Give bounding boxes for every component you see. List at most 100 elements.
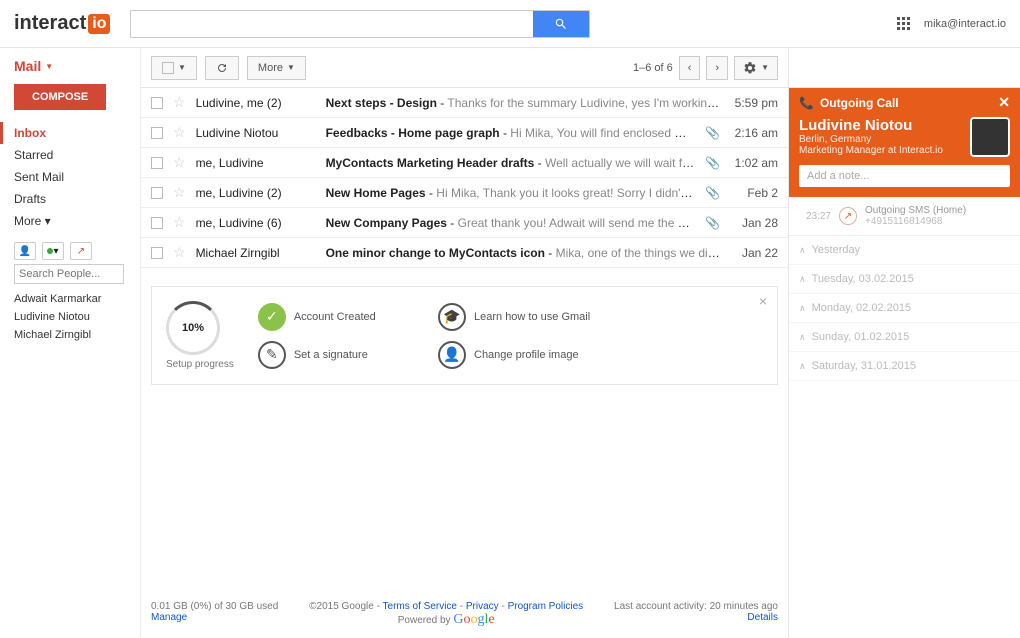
nav-item-starred[interactable]: Starred — [14, 144, 140, 166]
refresh-button[interactable] — [205, 56, 239, 80]
attachment-icon: 📎 — [705, 126, 720, 140]
logo-suffix: io — [88, 14, 110, 34]
day-section[interactable]: ∧Sunday, 01.02.2015 — [789, 323, 1020, 352]
search-people-input[interactable] — [14, 264, 124, 284]
chat-phone-icon[interactable]: ↗ — [70, 242, 92, 260]
sms-out-icon: ↗ — [839, 207, 857, 225]
email-row[interactable]: ☆ Ludivine Niotou Feedbacks - Home page … — [141, 118, 788, 148]
onboard-icon: 🎓 — [438, 303, 466, 331]
gear-icon — [743, 61, 757, 75]
close-onboarding-button[interactable]: × — [759, 293, 767, 309]
onboard-item[interactable]: ✎Set a signature — [258, 341, 410, 369]
next-page-button[interactable]: › — [706, 56, 728, 80]
refresh-icon — [216, 62, 228, 74]
content: ▼ More▼ 1–6 of 6 ‹ › ▼ ☆ Ludivine, me (2… — [140, 48, 788, 638]
more-button[interactable]: More▼ — [247, 56, 306, 80]
email-subject: One minor change to MyContacts icon - Mi… — [326, 246, 720, 260]
email-subject: MyContacts Marketing Header drafts - Wel… — [326, 156, 695, 170]
onboard-item[interactable]: ✓Account Created — [258, 303, 410, 331]
contact-avatar — [970, 117, 1010, 157]
email-sender: me, Ludivine (2) — [196, 186, 316, 200]
people-item[interactable]: Michael Zirngibl — [14, 326, 140, 344]
top-bar: interactio mika@interact.io — [0, 0, 1020, 48]
chevron-up-icon: ∧ — [799, 245, 806, 256]
onboard-icon: ✎ — [258, 341, 286, 369]
attachment-icon: 📎 — [705, 186, 720, 200]
tos-link[interactable]: Terms of Service — [383, 601, 457, 612]
details-link[interactable]: Details — [747, 612, 778, 623]
day-section[interactable]: ∧Tuesday, 03.02.2015 — [789, 265, 1020, 294]
main: Mail▼ COMPOSE InboxStarredSent MailDraft… — [0, 48, 1020, 638]
star-icon[interactable]: ☆ — [173, 184, 186, 201]
settings-button[interactable]: ▼ — [734, 56, 778, 80]
row-checkbox[interactable] — [151, 247, 163, 259]
row-checkbox[interactable] — [151, 157, 163, 169]
email-time: Feb 2 — [730, 186, 778, 200]
email-time: Jan 28 — [730, 216, 778, 230]
row-checkbox[interactable] — [151, 217, 163, 229]
email-subject: New Home Pages - Hi Mika, Thank you it l… — [326, 186, 695, 200]
search-input[interactable] — [131, 11, 533, 37]
nav-item-more[interactable]: More ▾ — [14, 210, 140, 232]
star-icon[interactable]: ☆ — [173, 244, 186, 261]
call-panel: 📞 Outgoing Call ✕ Ludivine Niotou Berlin… — [788, 48, 1020, 638]
onboard-icon: ✓ — [258, 303, 286, 331]
onboard-item[interactable]: 👤Change profile image — [438, 341, 590, 369]
program-link[interactable]: Program Policies — [508, 601, 584, 612]
apps-icon[interactable] — [897, 17, 910, 30]
email-row[interactable]: ☆ me, Ludivine (2) New Home Pages - Hi M… — [141, 178, 788, 208]
email-sender: Ludivine, me (2) — [196, 96, 316, 110]
activity-row[interactable]: 23:27 ↗ Outgoing SMS (Home) +49151168149… — [789, 197, 1020, 236]
chat-person-icon[interactable]: 👤 — [14, 242, 36, 260]
day-section[interactable]: ∧Monday, 02.02.2015 — [789, 294, 1020, 323]
manage-link[interactable]: Manage — [151, 612, 187, 623]
star-icon[interactable]: ☆ — [173, 214, 186, 231]
day-section[interactable]: ∧Yesterday — [789, 236, 1020, 265]
nav-item-inbox[interactable]: Inbox — [0, 122, 140, 144]
email-time: 5:59 pm — [730, 96, 778, 110]
attachment-icon: 📎 — [705, 156, 720, 170]
search-box — [130, 10, 590, 38]
select-all-checkbox[interactable]: ▼ — [151, 56, 197, 80]
mail-dropdown[interactable]: Mail▼ — [14, 58, 140, 74]
search-icon — [554, 17, 568, 31]
star-icon[interactable]: ☆ — [173, 124, 186, 141]
nav-item-drafts[interactable]: Drafts — [14, 188, 140, 210]
footer-center: ©2015 Google - Terms of Service - Privac… — [278, 601, 614, 628]
chat-status-icon[interactable]: ▾ — [42, 242, 64, 260]
star-icon[interactable]: ☆ — [173, 94, 186, 111]
star-icon[interactable]: ☆ — [173, 154, 186, 171]
email-row[interactable]: ☆ Michael Zirngibl One minor change to M… — [141, 238, 788, 268]
chevron-up-icon: ∧ — [799, 303, 806, 314]
progress-circle: 10% — [166, 301, 220, 355]
logo: interactio — [14, 12, 110, 35]
footer-activity: Last account activity: 20 minutes ago De… — [614, 601, 778, 623]
footer-storage: 0.01 GB (0%) of 30 GB used Manage — [151, 601, 278, 623]
privacy-link[interactable]: Privacy — [466, 601, 499, 612]
row-checkbox[interactable] — [151, 127, 163, 139]
people-item[interactable]: Adwait Karmarkar — [14, 290, 140, 308]
nav-item-sent-mail[interactable]: Sent Mail — [14, 166, 140, 188]
email-subject: Feedbacks - Home page graph - Hi Mika, Y… — [326, 126, 695, 140]
email-sender: me, Ludivine (6) — [196, 216, 316, 230]
compose-button[interactable]: COMPOSE — [14, 84, 106, 110]
people-item[interactable]: Ludivine Niotou — [14, 308, 140, 326]
user-email[interactable]: mika@interact.io — [924, 18, 1006, 30]
email-row[interactable]: ☆ me, Ludivine MyContacts Marketing Head… — [141, 148, 788, 178]
row-checkbox[interactable] — [151, 97, 163, 109]
email-row[interactable]: ☆ Ludivine, me (2) Next steps - Design -… — [141, 88, 788, 118]
day-section[interactable]: ∧Saturday, 31.01.2015 — [789, 352, 1020, 381]
email-row[interactable]: ☆ me, Ludivine (6) New Company Pages - G… — [141, 208, 788, 238]
close-panel-button[interactable]: ✕ — [998, 94, 1010, 111]
onboard-item[interactable]: 🎓Learn how to use Gmail — [438, 303, 590, 331]
note-input[interactable]: Add a note... — [799, 165, 1010, 187]
top-right: mika@interact.io — [897, 17, 1006, 30]
search-button[interactable] — [533, 11, 589, 37]
activity-time: 23:27 — [799, 211, 831, 222]
contact-name: Ludivine Niotou — [799, 117, 962, 134]
phone-icon: 📞 — [799, 96, 814, 110]
prev-page-button[interactable]: ‹ — [679, 56, 701, 80]
logo-prefix: interact — [14, 12, 86, 35]
email-sender: me, Ludivine — [196, 156, 316, 170]
row-checkbox[interactable] — [151, 187, 163, 199]
